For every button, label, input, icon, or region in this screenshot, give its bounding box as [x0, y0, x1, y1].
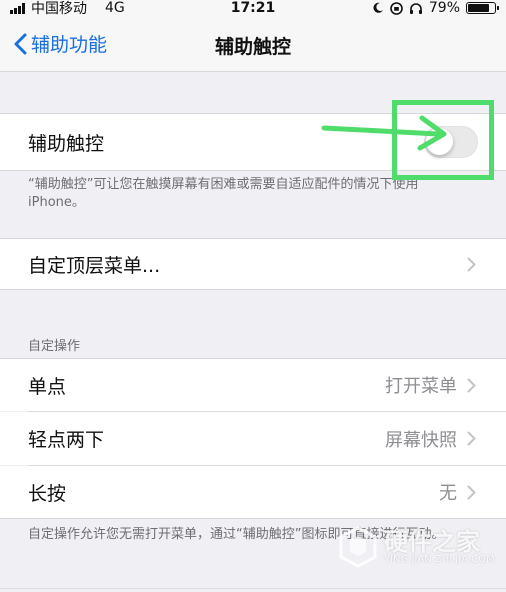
- chevron-right-icon: [467, 257, 476, 271]
- customize-menu-cell[interactable]: 自定顶层菜单...: [0, 238, 506, 290]
- single-tap-value-group: 打开菜单: [385, 372, 476, 398]
- page-title: 辅助触控: [214, 36, 291, 58]
- watermark-subtitle: YING JIAN ZHI JIA.COM: [384, 554, 495, 565]
- status-bar: 中国移动 4G 17:21 79%: [0, 0, 506, 18]
- battery-percent: 79%: [428, 0, 460, 16]
- watermark-logo-icon: [339, 526, 377, 568]
- long-press-label: 长按: [28, 482, 67, 505]
- custom-actions-header: 自定操作: [28, 339, 81, 354]
- single-tap-cell[interactable]: 单点 打开菜单: [0, 358, 506, 411]
- orientation-lock-icon: [390, 1, 403, 15]
- bottom-divider: [0, 588, 506, 589]
- single-tap-value: 打开菜单: [385, 376, 457, 397]
- watermark-title: 硬件之家: [384, 528, 480, 556]
- navigation-bar: 辅助功能 辅助触控: [0, 18, 506, 72]
- moon-icon: [373, 2, 383, 13]
- status-right: 79%: [372, 0, 499, 16]
- double-tap-value: 屏幕快照: [385, 429, 457, 451]
- single-tap-label: 单点: [28, 375, 67, 398]
- assistive-touch-label: 辅助触控: [28, 132, 105, 155]
- long-press-value: 无: [439, 483, 457, 504]
- battery-fill: [468, 4, 489, 12]
- long-press-cell[interactable]: 长按 无: [0, 466, 506, 519]
- long-press-value-group: 无: [439, 479, 476, 505]
- chevron-right-icon: [467, 378, 476, 392]
- double-tap-value-group: 屏幕快照: [385, 426, 476, 452]
- customize-menu-label: 自定顶层菜单...: [28, 254, 161, 277]
- headphones-icon: [409, 2, 422, 14]
- assistive-touch-footer: “辅助触控”可让您在触摸屏幕有困难或需要自适应配件的情况下使用 iPhone。: [28, 177, 419, 210]
- double-tap-cell[interactable]: 轻点两下 屏幕快照: [0, 412, 506, 465]
- watermark: 硬件之家 YING JIAN ZHI JIA.COM: [338, 520, 498, 574]
- chevron-right-icon: [467, 485, 476, 499]
- chevron-right-icon: [467, 431, 476, 446]
- double-tap-label: 轻点两下: [28, 429, 105, 451]
- battery-icon: [466, 2, 499, 14]
- annotation-arrow-icon: [321, 115, 447, 151]
